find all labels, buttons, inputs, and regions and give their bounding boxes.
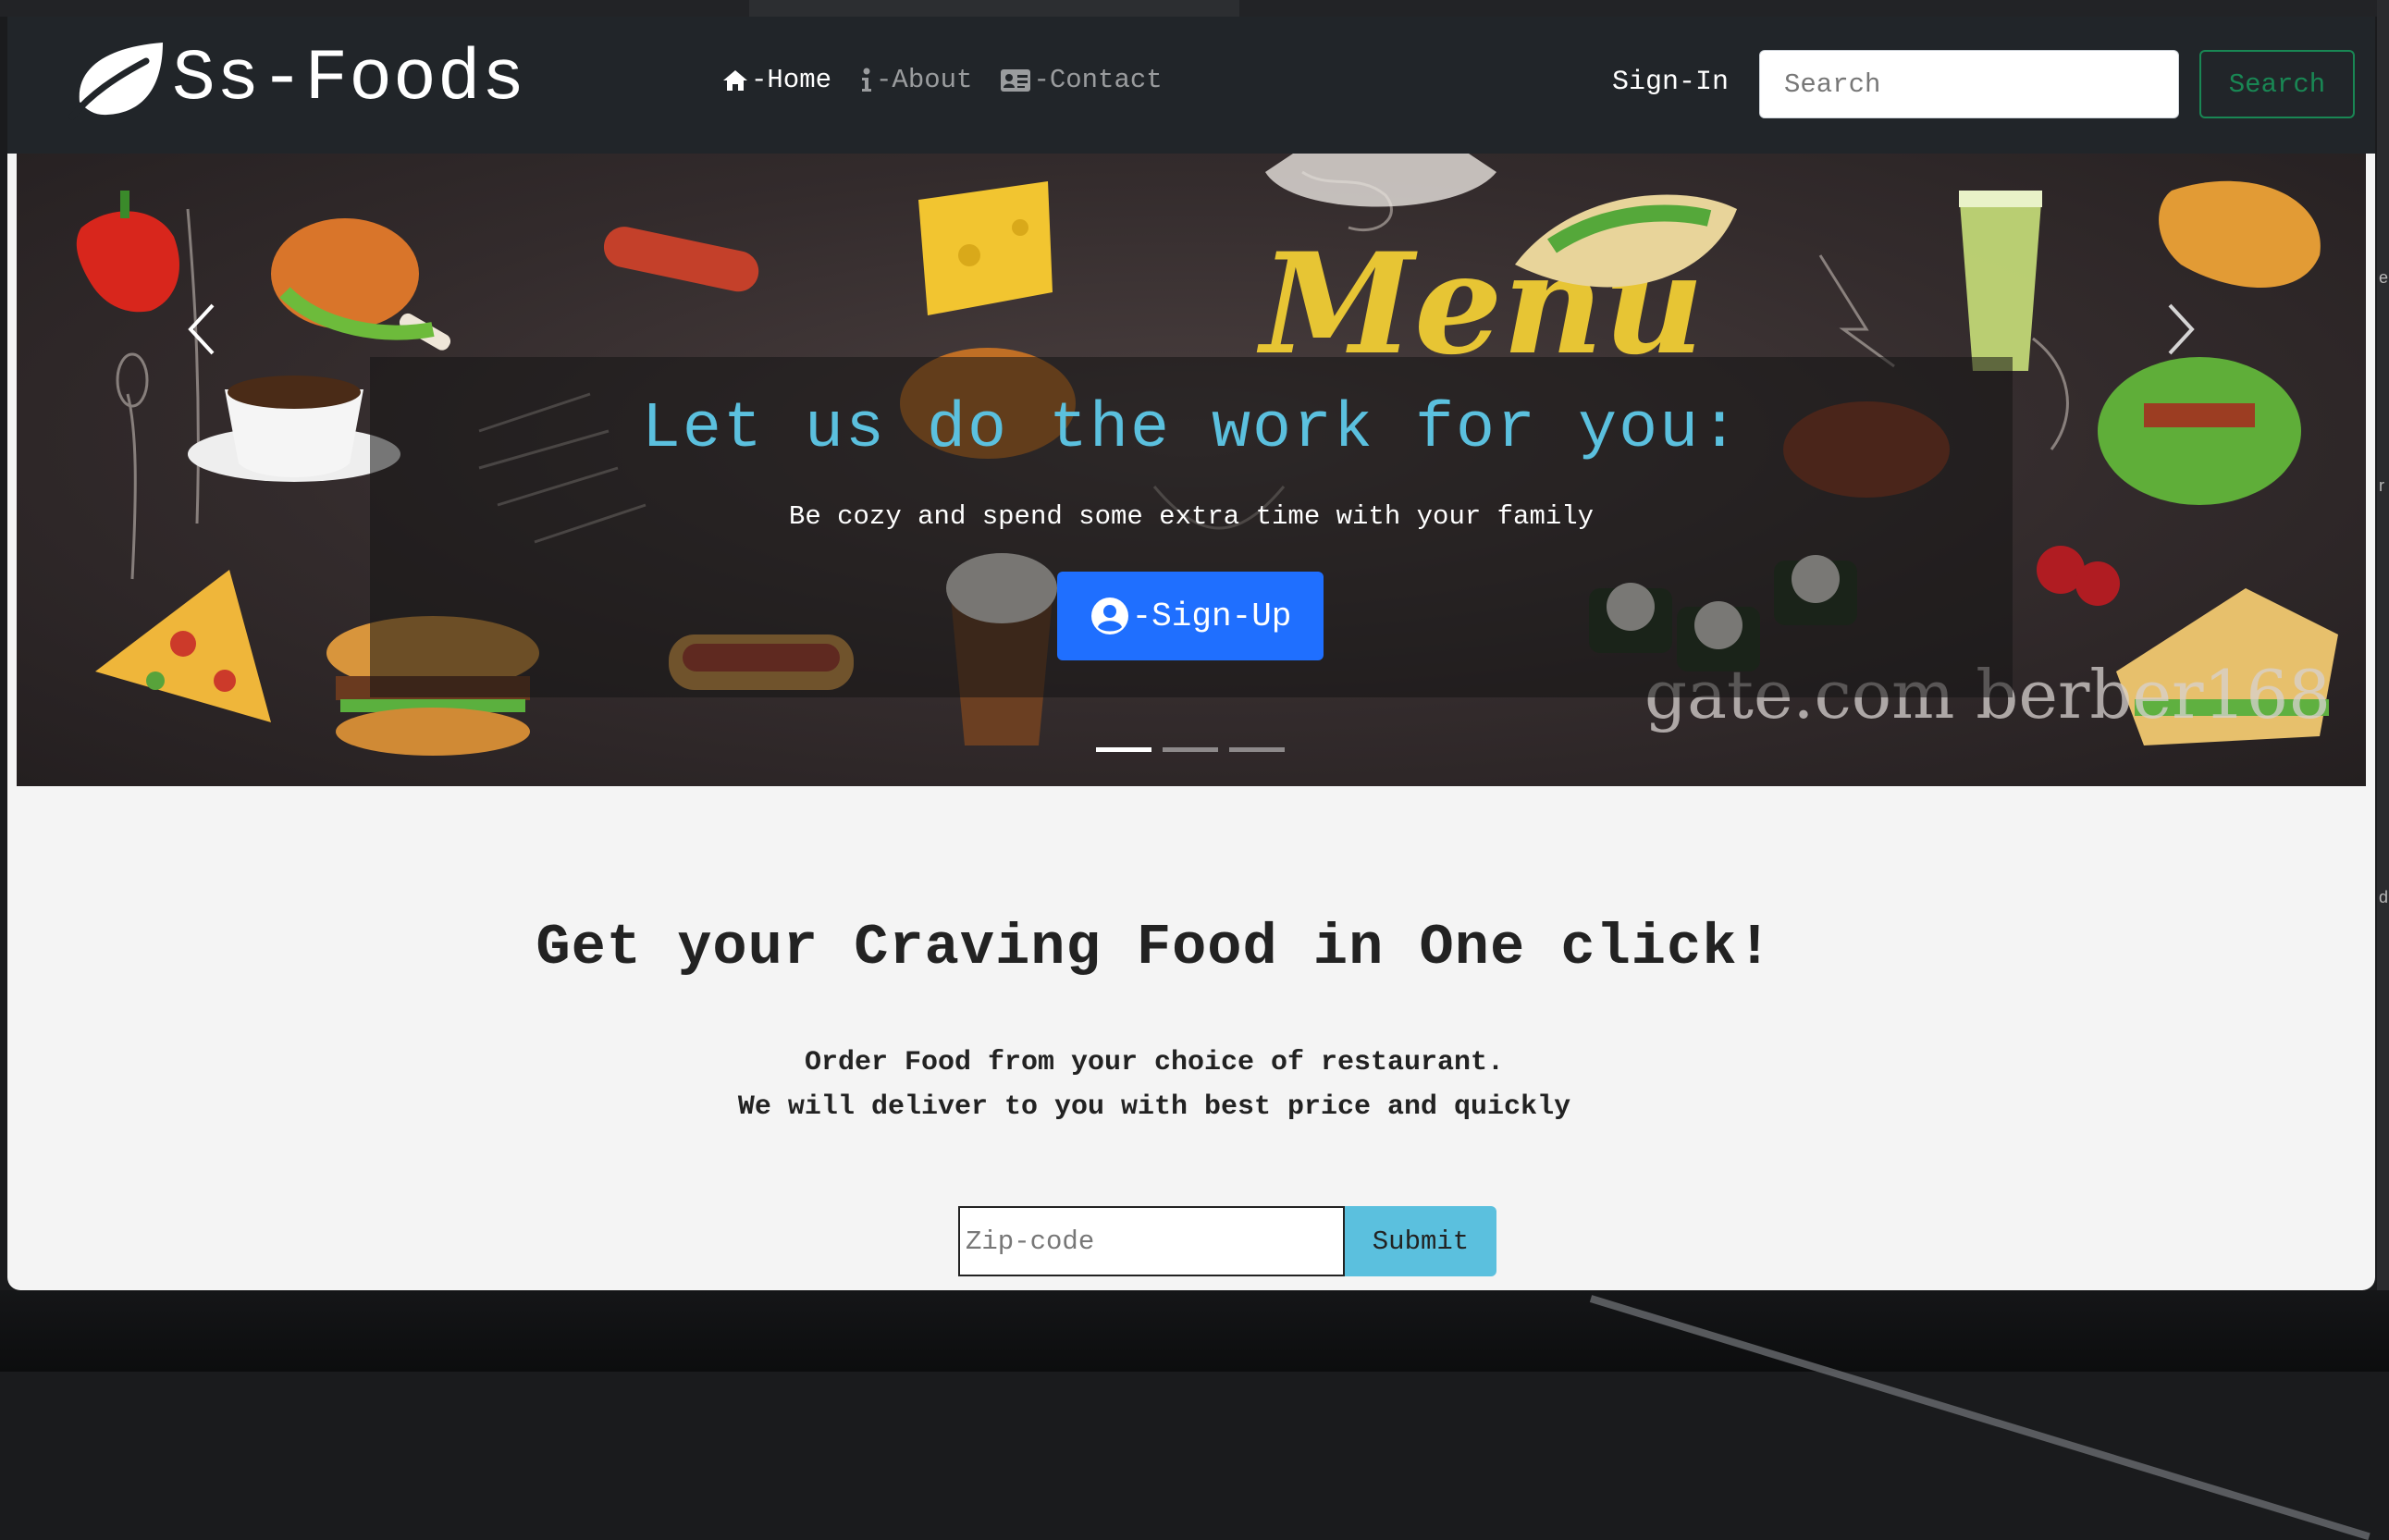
id-card-icon bbox=[1001, 68, 1031, 92]
signup-label: -Sign-Up bbox=[1131, 597, 1292, 635]
navbar: Ss-Foods -Home -About -Contact Sign-In S… bbox=[7, 17, 2375, 154]
nav-home[interactable]: -Home bbox=[721, 65, 831, 95]
desktop-background bbox=[0, 1290, 2389, 1372]
caption-subtitle: Be cozy and spend some extra time with y… bbox=[788, 501, 1595, 532]
signup-button[interactable]: -Sign-Up bbox=[1057, 572, 1324, 660]
chevron-left-icon bbox=[188, 303, 215, 355]
brand[interactable]: Ss-Foods bbox=[67, 37, 525, 122]
signin-link[interactable]: Sign-In bbox=[1612, 67, 1729, 98]
page-headline: Get your Craving Food in One click! bbox=[536, 915, 1773, 980]
carousel-indicator-1[interactable] bbox=[1096, 747, 1151, 752]
zip-code-input[interactable] bbox=[958, 1206, 1345, 1276]
caption-title: Let us do the work for you: bbox=[641, 393, 1742, 466]
brand-name: Ss-Foods bbox=[172, 39, 526, 120]
search-input[interactable] bbox=[1759, 50, 2179, 118]
nav-contact[interactable]: -Contact bbox=[1000, 65, 1163, 95]
leaf-icon bbox=[68, 43, 163, 120]
carousel-indicator-3[interactable] bbox=[1229, 747, 1285, 752]
lead-line-1: Order Food from your choice of restauran… bbox=[804, 1047, 1505, 1078]
nav-about-label: -About bbox=[876, 65, 973, 95]
user-circle-icon bbox=[1090, 598, 1128, 634]
main-nav: -Home -About -Contact bbox=[721, 65, 1163, 95]
hero-carousel: Menu berber168 Let us do the work for yo… bbox=[17, 154, 2366, 786]
chevron-right-icon bbox=[2168, 303, 2195, 355]
carousel-prev-control[interactable] bbox=[174, 283, 229, 376]
submit-button[interactable]: Submit bbox=[1345, 1206, 1496, 1276]
search-button[interactable]: Search bbox=[2199, 50, 2355, 118]
browser-window: Ss-Foods -Home -About -Contact Sign-In S… bbox=[7, 17, 2375, 1290]
carousel-indicators bbox=[1096, 747, 1285, 752]
carousel-indicator-2[interactable] bbox=[1163, 747, 1218, 752]
browser-tab bbox=[749, 0, 1239, 17]
info-icon bbox=[862, 68, 872, 92]
lead-line-2: We will deliver to you with best price a… bbox=[737, 1091, 1571, 1123]
nav-contact-label: -Contact bbox=[1033, 65, 1163, 95]
carousel-next-control[interactable] bbox=[2153, 283, 2209, 376]
home-icon bbox=[723, 69, 747, 91]
carousel-caption: Let us do the work for you: Be cozy and … bbox=[370, 357, 2013, 697]
desktop-right-edge: e r d bbox=[2377, 0, 2389, 1372]
nav-home-label: -Home bbox=[751, 65, 832, 95]
nav-about[interactable]: -About bbox=[859, 65, 972, 95]
desktop-top-strip bbox=[0, 0, 2389, 17]
